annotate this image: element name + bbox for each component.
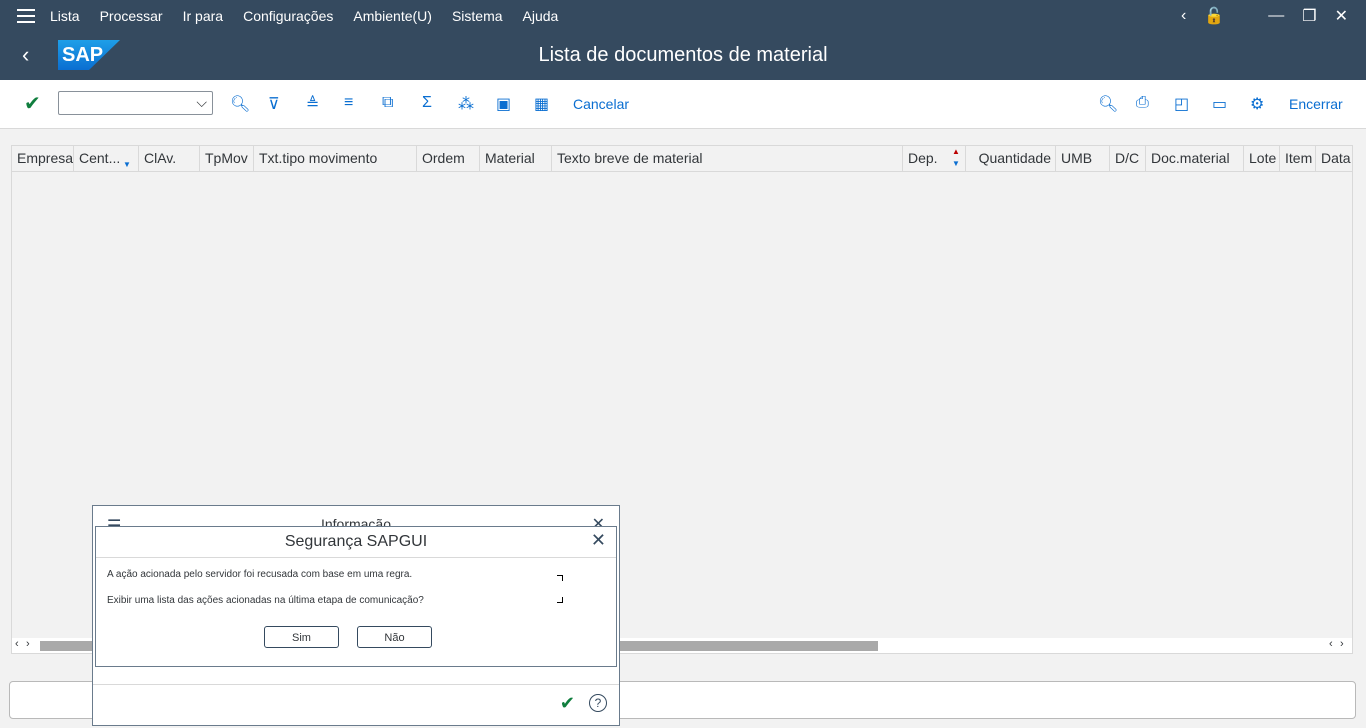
grid-header: Empresa Cent... ▼ ClAv. TpMov Txt.tipo m… bbox=[12, 146, 1352, 172]
column-header-doc-material[interactable]: Doc.material bbox=[1146, 146, 1244, 171]
corner-marker-icon bbox=[557, 597, 563, 603]
dialog-close-icon[interactable]: ✕ bbox=[591, 530, 606, 551]
page-title: Lista de documentos de material bbox=[538, 44, 828, 66]
scroll-left-end-icon[interactable]: ‹ bbox=[1329, 638, 1333, 650]
popup-footer: ✔ ? bbox=[93, 684, 619, 725]
menu-ajuda[interactable]: Ajuda bbox=[523, 8, 559, 24]
column-header-umb[interactable]: UMB bbox=[1056, 146, 1110, 171]
unlock-icon[interactable]: 🔓 bbox=[1204, 6, 1224, 26]
security-dialog: Segurança SAPGUI ✕ A ação acionada pelo … bbox=[95, 526, 617, 667]
command-field[interactable]: ⌵ bbox=[58, 91, 213, 115]
scroll-right-icon[interactable]: › bbox=[26, 638, 30, 650]
chevron-down-icon[interactable]: ⌵ bbox=[196, 94, 207, 111]
close-window-icon[interactable]: ✕ bbox=[1335, 6, 1348, 26]
sort-indicator-icon: ▼ bbox=[123, 160, 131, 169]
column-header-txt-tipo-movimento[interactable]: Txt.tipo movimento bbox=[254, 146, 417, 171]
find-icon[interactable]: 🔍︎ bbox=[1098, 94, 1118, 114]
column-header-data[interactable]: Data bbox=[1316, 146, 1352, 171]
column-header-clav[interactable]: ClAv. bbox=[139, 146, 200, 171]
application-toolbar: ✔ ⌵ 🔍︎ ⊽ ≜ ≡ ⧉ Σ ⁂ ▣ ▦ Cancelar 🔍︎ ⎙ ◰ ▭… bbox=[0, 80, 1366, 129]
column-header-tpmov[interactable]: TpMov bbox=[200, 146, 254, 171]
scroll-right-end-icon[interactable]: › bbox=[1340, 638, 1344, 650]
column-header-item[interactable]: Item bbox=[1280, 146, 1316, 171]
cancel-button[interactable]: Cancelar bbox=[573, 96, 629, 112]
sort-down-icon: ▼ bbox=[952, 159, 960, 168]
exit-button[interactable]: Encerrar bbox=[1289, 96, 1343, 112]
details-search-icon[interactable]: 🔍︎ bbox=[230, 94, 250, 114]
layout-icon[interactable]: ▦ bbox=[534, 94, 549, 114]
corner-marker-icon bbox=[557, 575, 563, 581]
window-controls: ‹ 🔓 — ❐ ✕ bbox=[1181, 0, 1348, 32]
minimize-icon[interactable]: — bbox=[1268, 7, 1284, 25]
filter-icon[interactable]: ⊽ bbox=[268, 94, 280, 114]
dialog-message-1: A ação acionada pelo servidor foi recusa… bbox=[107, 569, 413, 580]
dialog-title: Segurança SAPGUI bbox=[284, 533, 428, 550]
column-header-lote[interactable]: Lote bbox=[1244, 146, 1280, 171]
column-header-empresa[interactable]: Empresa bbox=[12, 146, 74, 171]
sort-up-icon: ▲ bbox=[952, 147, 960, 156]
menu-lista[interactable]: Lista bbox=[50, 8, 80, 24]
print-icon[interactable]: ⎙ bbox=[1136, 94, 1149, 112]
dialog-header: Segurança SAPGUI ✕ bbox=[96, 527, 616, 558]
shortcut-icon[interactable]: ▭ bbox=[1212, 94, 1227, 114]
menu-bar: Lista Processar Ir para Configurações Am… bbox=[0, 0, 1366, 32]
menu-ambiente[interactable]: Ambiente(U) bbox=[353, 8, 432, 24]
menu-processar[interactable]: Processar bbox=[100, 8, 163, 24]
hamburger-menu-icon[interactable] bbox=[17, 9, 35, 23]
help-icon[interactable]: ? bbox=[589, 694, 607, 712]
dialog-message-2: Exibir uma lista das ações acionadas na … bbox=[107, 595, 424, 606]
restore-icon[interactable]: ❐ bbox=[1302, 6, 1316, 26]
column-header-quantidade[interactable]: Quantidade bbox=[966, 146, 1056, 171]
menu-sistema[interactable]: Sistema bbox=[452, 8, 503, 24]
settings-icon[interactable]: ⚙ bbox=[1250, 94, 1264, 114]
subtotal-icon[interactable]: ⁂ bbox=[458, 94, 474, 114]
column-header-material[interactable]: Material bbox=[480, 146, 552, 171]
scroll-left-icon[interactable]: ‹ bbox=[15, 638, 19, 650]
confirm-check-icon[interactable]: ✔ bbox=[560, 693, 575, 714]
enter-check-icon[interactable]: ✔ bbox=[24, 91, 41, 116]
column-header-dc[interactable]: D/C bbox=[1110, 146, 1146, 171]
collapse-icon[interactable]: ‹ bbox=[1181, 7, 1186, 25]
sum-icon[interactable]: Σ bbox=[422, 94, 432, 112]
sort-ascending-icon[interactable]: ≜ bbox=[306, 94, 319, 114]
graphic-icon[interactable]: ▣ bbox=[496, 94, 511, 114]
copy-icon[interactable]: ⧉ bbox=[382, 94, 393, 112]
menu-ir-para[interactable]: Ir para bbox=[183, 8, 223, 24]
yes-button[interactable]: Sim bbox=[264, 626, 339, 648]
column-header-texto-breve[interactable]: Texto breve de material bbox=[552, 146, 903, 171]
column-header-ordem[interactable]: Ordem bbox=[417, 146, 480, 171]
new-session-icon[interactable]: ◰ bbox=[1174, 94, 1189, 114]
no-button[interactable]: Não bbox=[357, 626, 432, 648]
title-bar: ‹ SAP Lista de documentos de material bbox=[0, 32, 1366, 80]
sort-descending-icon[interactable]: ≡ bbox=[344, 94, 353, 112]
menu-configuracoes[interactable]: Configurações bbox=[243, 8, 333, 24]
